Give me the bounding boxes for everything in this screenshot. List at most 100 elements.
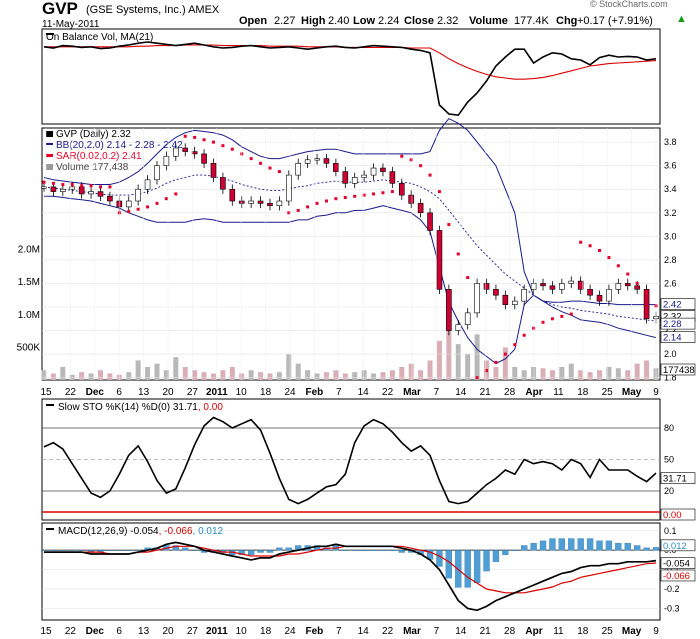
macd-histogram-bar: [370, 550, 377, 551]
price-x-tick-label: 21: [480, 387, 492, 398]
volume-bar: [549, 370, 555, 380]
price-x-tick-label: 14: [358, 387, 370, 398]
candle-body: [521, 289, 527, 302]
candle-body: [97, 191, 104, 197]
sar-dot: [635, 281, 639, 285]
macd-histogram-bar: [568, 538, 575, 551]
volume-bar: [512, 366, 518, 380]
sar-dot: [550, 317, 554, 321]
sto-tick-label: 50: [664, 455, 674, 465]
candle-body: [446, 289, 452, 331]
macd-legend: MACD(12,26,9) -0.054, -0.066, 0.012: [58, 526, 224, 537]
macd-histogram-bar: [634, 545, 641, 551]
sar-dot: [155, 201, 159, 205]
volume-bar: [333, 370, 339, 380]
chart-canvas: On Balance Vol, MA(21) 3.8 3.6 3.4 3.2 3.0 2.8…: [17, 28, 696, 637]
bb-legend: BB(20,2.0) 2.14 - 2.28 - 2.42: [56, 140, 183, 151]
volume-bar: [361, 370, 367, 380]
macd-x-tick-label: 13: [138, 626, 150, 637]
macd-histogram-bar: [624, 543, 631, 551]
volume-bar: [88, 373, 94, 380]
volume-bar: [418, 370, 424, 380]
volume-bar: [559, 366, 565, 380]
macd-histogram-bar: [455, 550, 462, 588]
macd-histogram-bar: [342, 550, 349, 551]
sar-dot: [645, 291, 649, 295]
price-x-tick-label: 10: [236, 387, 248, 398]
volume-bar: [97, 370, 103, 380]
price-x-tick-label: 18: [260, 387, 272, 398]
volume-bar: [220, 370, 226, 380]
price-x-tick-label: 18: [577, 387, 589, 398]
volume-bar: [286, 353, 292, 380]
macd-histogram-bar: [285, 547, 292, 551]
volume-legend-swatch: [46, 164, 53, 170]
macd-tick-label: -0.3: [664, 603, 680, 613]
macd-x-tick-label: 15: [40, 626, 52, 637]
volume-bar: [371, 373, 377, 380]
candle-body: [60, 188, 66, 192]
macd-x-tick-label: 9: [653, 626, 659, 637]
macd-histogram-bar: [50, 550, 57, 551]
sar-dot: [61, 183, 65, 187]
price-last-label: 2.42: [663, 300, 682, 311]
price-tick-label: 3.8: [664, 137, 677, 147]
macd-x-tick-label: 21: [480, 626, 492, 637]
price-x-tick-label: 24: [284, 387, 296, 398]
macd-x-tick-label: 25: [602, 626, 614, 637]
volume-bar: [474, 334, 480, 380]
candle-body: [615, 283, 622, 290]
candle-body: [267, 203, 273, 207]
candle-body: [398, 183, 405, 196]
volume-bar: [276, 372, 282, 380]
candle-body: [304, 159, 311, 164]
candle-body: [88, 191, 94, 195]
volume-bar: [267, 373, 273, 380]
sar-dot: [513, 343, 517, 347]
sar-dot: [98, 185, 102, 189]
macd-x-tick-label: 11: [553, 626, 564, 637]
price-x-tick-label: 28: [504, 387, 516, 398]
sto-last-label: 31.71: [663, 474, 687, 485]
volume-bar: [352, 372, 358, 380]
price-x-tick-label: 25: [602, 387, 614, 398]
macd-histogram-bar: [40, 550, 48, 551]
volume-bar: [644, 360, 650, 380]
macd-histogram-bar: [389, 550, 396, 551]
obv-legend: On Balance Vol, MA(21): [46, 32, 153, 43]
sar-dot: [475, 376, 479, 380]
candle-body: [285, 174, 292, 202]
sto-d-last-label: 0.00: [663, 510, 682, 521]
sar-dot: [343, 195, 347, 199]
candle-body: [530, 283, 537, 290]
macd-histogram-bar: [59, 550, 66, 551]
macd-histogram-bar: [521, 545, 528, 551]
candle-body: [417, 203, 424, 214]
sar-dot: [569, 312, 573, 316]
candle-body: [568, 280, 575, 284]
volume-bar: [107, 373, 113, 380]
macd-histogram-bar: [125, 550, 132, 551]
volume-bar: [135, 360, 141, 380]
candle-body: [351, 177, 358, 184]
volume-bar: [587, 372, 593, 380]
sar-dot: [532, 326, 536, 330]
candle-body: [370, 167, 377, 176]
volume-bar: [60, 366, 66, 380]
price-tick-label: 2.0: [664, 349, 677, 359]
macd-x-tick-label: 6: [116, 626, 122, 637]
price-x-tick-label: 13: [138, 387, 150, 398]
price-legend: GVP (Daily) 2.32: [56, 129, 131, 140]
candle-body: [342, 171, 349, 184]
macd-x-tick-label: 24: [284, 626, 296, 637]
sar-dot: [503, 352, 507, 356]
macd-histogram-bar: [586, 538, 594, 551]
candle-body: [135, 188, 141, 202]
candle-body: [493, 289, 499, 296]
sto-tick-label: 20: [664, 486, 674, 496]
macd-histogram-bar: [360, 550, 368, 551]
macd-histogram-bar: [652, 547, 660, 551]
candle-body: [229, 188, 236, 202]
candle-body: [154, 165, 160, 181]
macd-histogram-bar: [436, 550, 443, 567]
